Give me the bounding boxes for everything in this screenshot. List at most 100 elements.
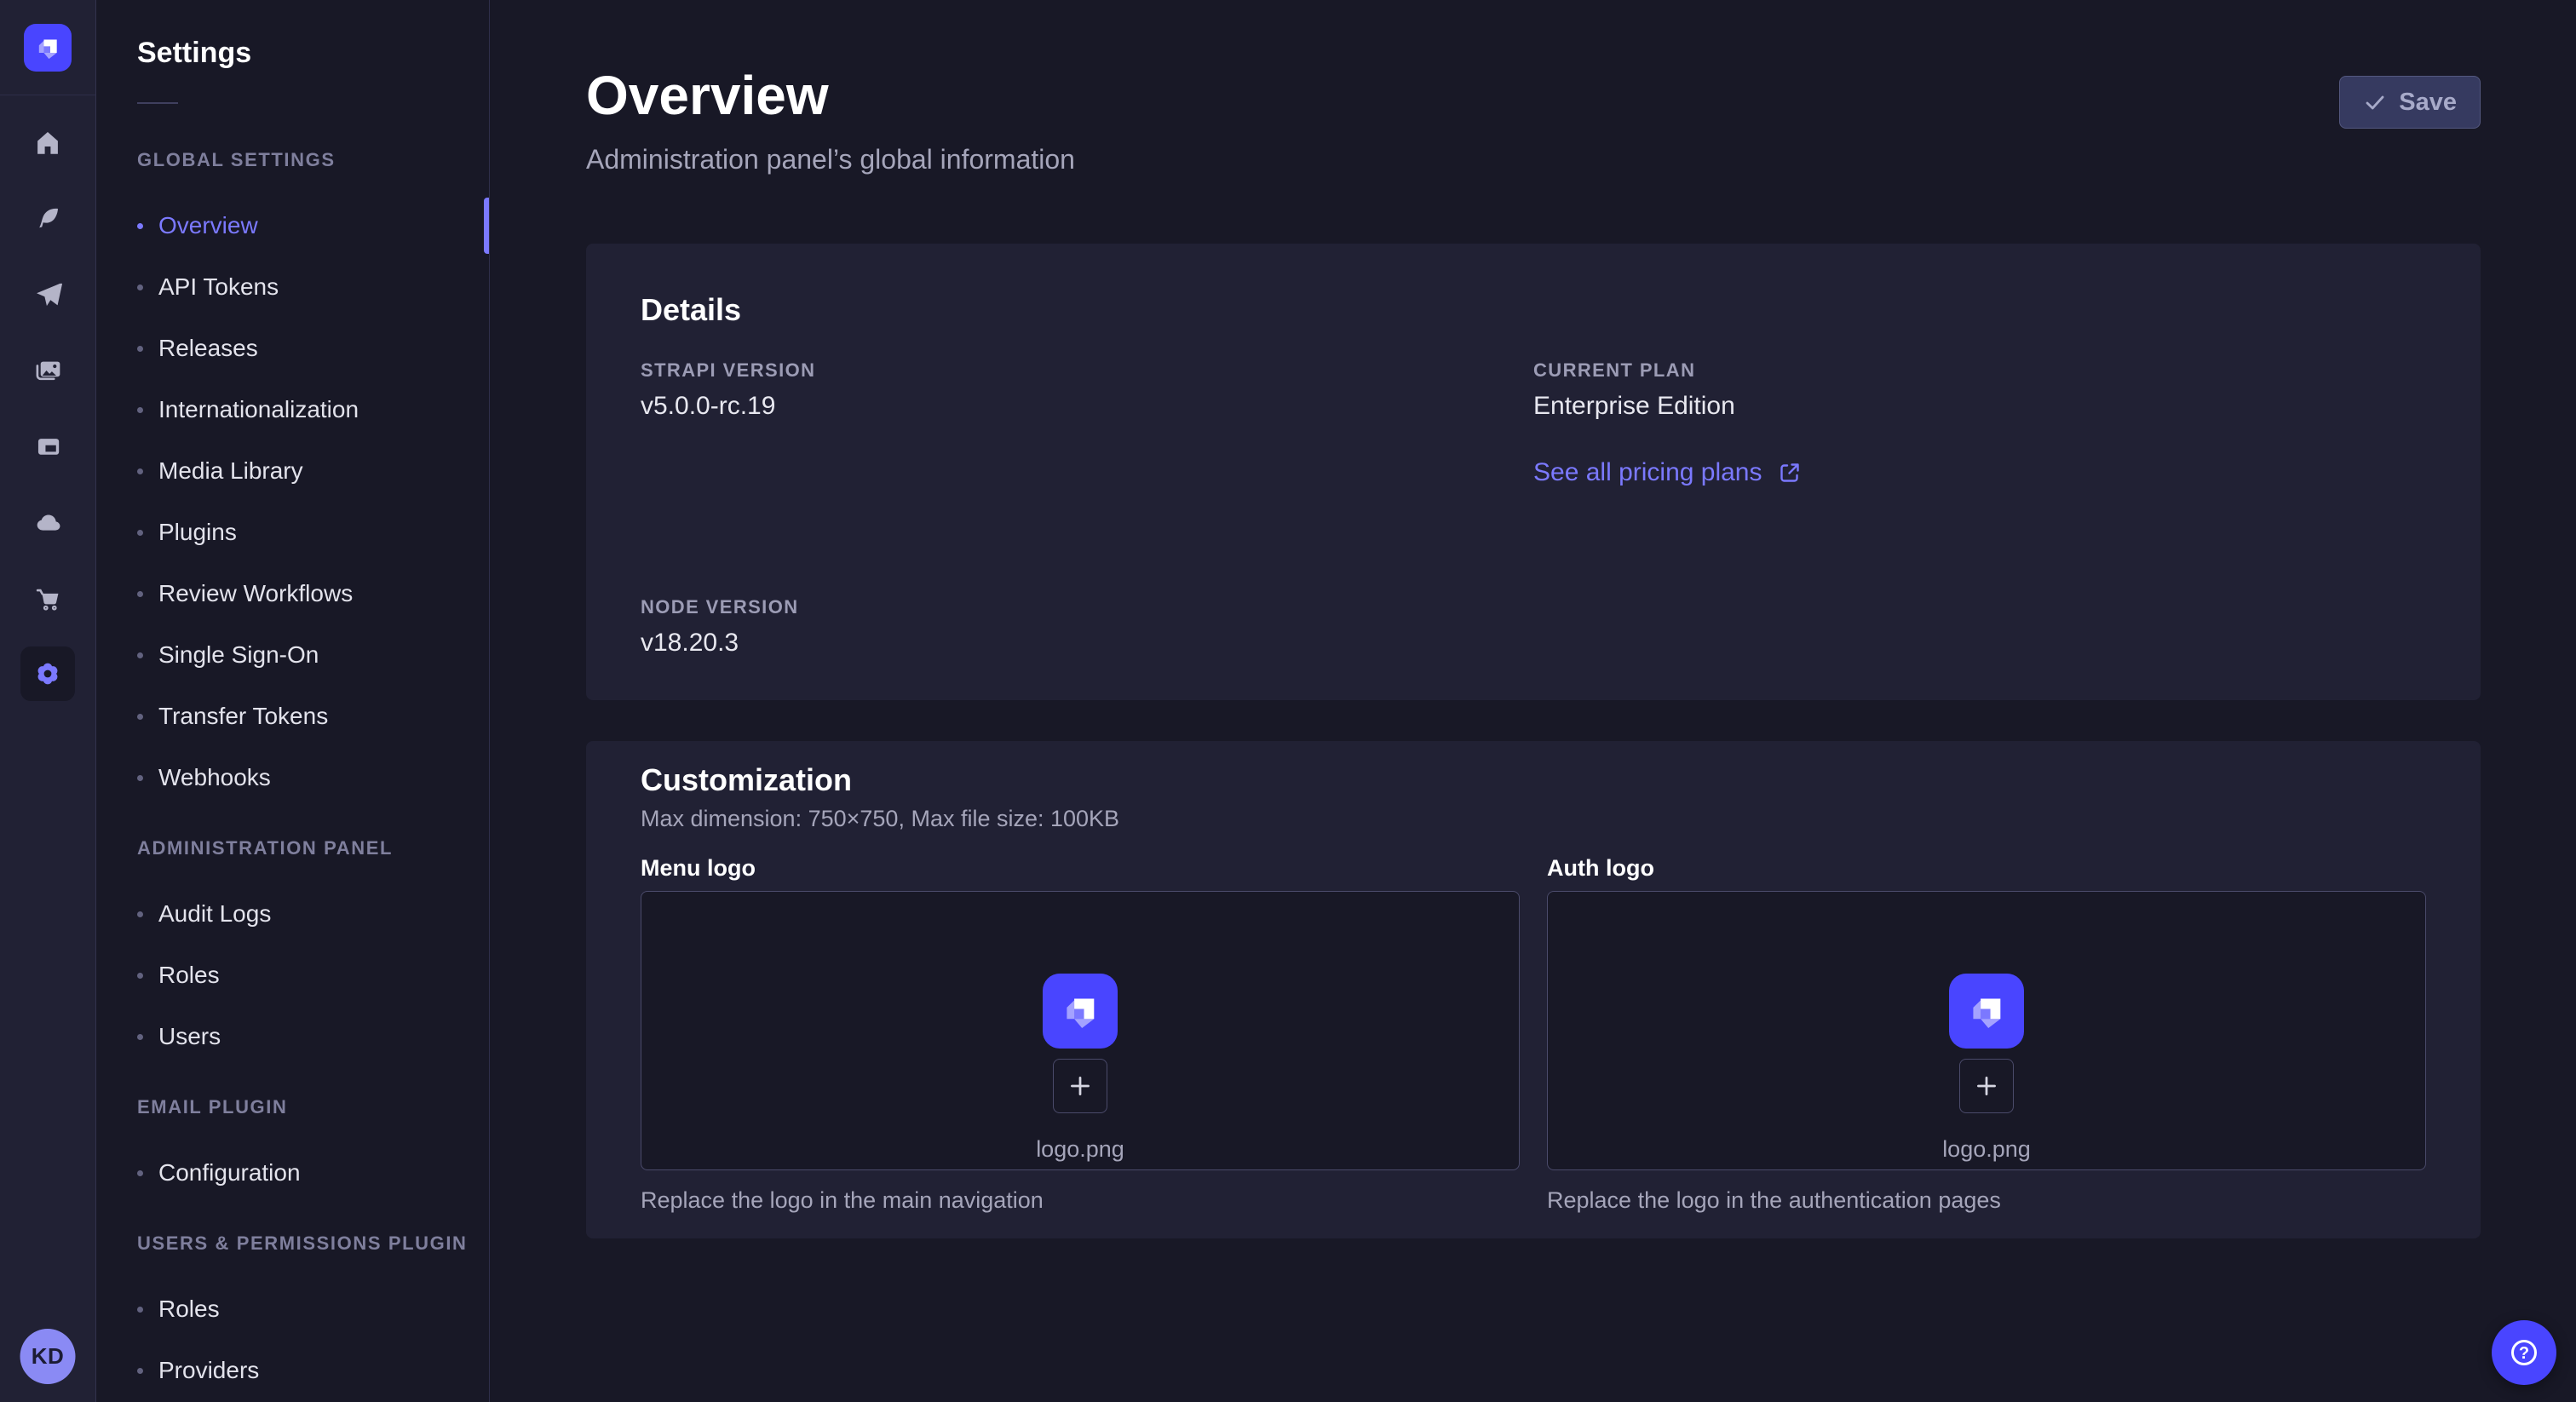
bullet-icon bbox=[137, 591, 143, 597]
rail-item-cloud[interactable] bbox=[20, 495, 75, 549]
subnav-item-plugins[interactable]: Plugins bbox=[137, 502, 489, 563]
bullet-icon bbox=[137, 714, 143, 720]
subnav-item-label: Users bbox=[158, 1023, 221, 1050]
section-label: GLOBAL SETTINGS bbox=[137, 148, 489, 172]
settings-gear-icon bbox=[32, 658, 63, 689]
bullet-icon bbox=[137, 652, 143, 658]
active-item-indicator bbox=[484, 198, 489, 254]
subnav-item-label: Roles bbox=[158, 962, 220, 989]
pricing-plans-link[interactable]: See all pricing plans bbox=[1533, 457, 1803, 489]
subnav-item-audit-logs[interactable]: Audit Logs bbox=[137, 883, 489, 945]
help-question-icon: ? bbox=[2505, 1334, 2543, 1371]
subnav-item-label: Webhooks bbox=[158, 764, 271, 791]
main-nav-rail: KD bbox=[0, 0, 96, 1402]
subnav-item-label: Configuration bbox=[158, 1159, 301, 1187]
plus-icon bbox=[1972, 1072, 2001, 1100]
bullet-icon bbox=[137, 223, 143, 229]
customization-card: Customization Max dimension: 750×750, Ma… bbox=[586, 741, 2481, 1238]
section-global-settings: GLOBAL SETTINGS Overview API Tokens Rele… bbox=[137, 148, 489, 808]
subnav-item-webhooks[interactable]: Webhooks bbox=[137, 747, 489, 808]
auth-logo-filename: logo.png bbox=[1942, 1135, 2031, 1163]
main-content: Overview Administration panel’s global i… bbox=[586, 0, 2481, 1238]
bullet-icon bbox=[137, 530, 143, 536]
home-icon bbox=[33, 129, 62, 158]
subnav-item-api-tokens[interactable]: API Tokens bbox=[137, 256, 489, 318]
subnav-item-label: Internationalization bbox=[158, 396, 359, 423]
section-users-permissions-plugin: USERS & PERMISSIONS PLUGIN Roles Provide… bbox=[137, 1232, 489, 1401]
bullet-icon bbox=[137, 1034, 143, 1040]
rail-item-content-manager[interactable] bbox=[20, 192, 75, 246]
subnav-item-label: Plugins bbox=[158, 519, 237, 546]
subnav-item-label: Review Workflows bbox=[158, 580, 353, 607]
field-label: CURRENT PLAN bbox=[1533, 359, 2426, 382]
field-value: v5.0.0-rc.19 bbox=[641, 390, 1533, 422]
subnav-item-up-roles[interactable]: Roles bbox=[137, 1278, 489, 1340]
bullet-icon bbox=[137, 1170, 143, 1176]
section-administration-panel: ADMINISTRATION PANEL Audit Logs Roles Us… bbox=[137, 836, 489, 1067]
pictures-icon bbox=[33, 356, 62, 385]
subnav-item-admin-roles[interactable]: Roles bbox=[137, 945, 489, 1006]
logo-upload-row: Menu logo bbox=[641, 853, 2426, 1215]
paper-plane-icon bbox=[33, 280, 62, 309]
subnav-item-transfer-tokens[interactable]: Transfer Tokens bbox=[137, 686, 489, 747]
strapi-logo-glyph bbox=[1055, 986, 1105, 1036]
field-value: Enterprise Edition bbox=[1533, 390, 2426, 422]
strapi-logo[interactable] bbox=[24, 24, 72, 72]
field-strapi-version: STRAPI VERSION v5.0.0-rc.19 bbox=[641, 359, 1533, 489]
bullet-icon bbox=[137, 911, 143, 917]
auth-logo-preview bbox=[1949, 974, 2024, 1049]
subnav-item-label: Providers bbox=[158, 1357, 259, 1384]
plus-icon bbox=[1066, 1072, 1095, 1100]
auth-logo-dropzone[interactable]: logo.png bbox=[1547, 891, 2426, 1170]
save-button-label: Save bbox=[2399, 89, 2457, 117]
bullet-icon bbox=[137, 1307, 143, 1313]
section-label: USERS & PERMISSIONS PLUGIN bbox=[137, 1232, 489, 1255]
user-avatar[interactable]: KD bbox=[20, 1329, 76, 1384]
subnav-item-overview[interactable]: Overview bbox=[137, 195, 489, 256]
details-grid: STRAPI VERSION v5.0.0-rc.19 CURRENT PLAN… bbox=[641, 359, 2426, 659]
subnav-item-admin-users[interactable]: Users bbox=[137, 1006, 489, 1067]
rail-item-media-library[interactable] bbox=[20, 343, 75, 398]
bullet-icon bbox=[137, 973, 143, 979]
details-heading: Details bbox=[641, 291, 2426, 329]
subnav-item-single-sign-on[interactable]: Single Sign-On bbox=[137, 624, 489, 686]
menu-logo-filename: logo.png bbox=[1036, 1135, 1124, 1163]
strapi-logo-glyph bbox=[1962, 986, 2011, 1036]
subnav-item-media-library[interactable]: Media Library bbox=[137, 440, 489, 502]
subnav-item-label: Overview bbox=[158, 212, 258, 239]
rail-item-releases[interactable] bbox=[20, 267, 75, 322]
subnav-item-label: API Tokens bbox=[158, 273, 279, 301]
subnav-title: Settings bbox=[137, 0, 489, 72]
subnav-item-releases[interactable]: Releases bbox=[137, 318, 489, 379]
rail-item-home[interactable] bbox=[20, 116, 75, 170]
menu-logo-preview bbox=[1043, 974, 1118, 1049]
subnav-item-review-workflows[interactable]: Review Workflows bbox=[137, 563, 489, 624]
check-icon bbox=[2363, 90, 2387, 114]
external-link-icon bbox=[1776, 459, 1803, 486]
auth-logo-field: Auth logo bbox=[1547, 853, 2426, 1215]
subnav-item-label: Transfer Tokens bbox=[158, 703, 328, 730]
svg-text:?: ? bbox=[2519, 1344, 2529, 1363]
cloud-icon bbox=[33, 508, 62, 537]
subnav-item-label: Roles bbox=[158, 1296, 220, 1323]
bullet-icon bbox=[137, 346, 143, 352]
save-button[interactable]: Save bbox=[2339, 76, 2481, 129]
section-label: ADMINISTRATION PANEL bbox=[137, 836, 489, 860]
settings-subnav: Settings GLOBAL SETTINGS Overview API To… bbox=[96, 0, 490, 1402]
bullet-icon bbox=[137, 468, 143, 474]
subnav-item-internationalization[interactable]: Internationalization bbox=[137, 379, 489, 440]
rail-item-content-type-builder[interactable] bbox=[20, 419, 75, 474]
menu-logo-dropzone[interactable]: logo.png bbox=[641, 891, 1520, 1170]
rail-item-marketplace[interactable] bbox=[20, 571, 75, 625]
feather-icon bbox=[33, 204, 62, 233]
menu-logo-add-button[interactable] bbox=[1053, 1059, 1107, 1113]
rail-item-settings[interactable] bbox=[20, 646, 75, 701]
auth-logo-caption: Replace the logo in the authentication p… bbox=[1547, 1186, 2426, 1215]
customization-heading: Customization bbox=[641, 761, 2426, 799]
subnav-item-up-providers[interactable]: Providers bbox=[137, 1340, 489, 1401]
help-button[interactable]: ? bbox=[2492, 1320, 2556, 1385]
bullet-icon bbox=[137, 407, 143, 413]
strapi-admin-settings-page: KD Settings GLOBAL SETTINGS Overview API… bbox=[0, 0, 2576, 1402]
auth-logo-add-button[interactable] bbox=[1959, 1059, 2014, 1113]
subnav-item-email-configuration[interactable]: Configuration bbox=[137, 1142, 489, 1204]
